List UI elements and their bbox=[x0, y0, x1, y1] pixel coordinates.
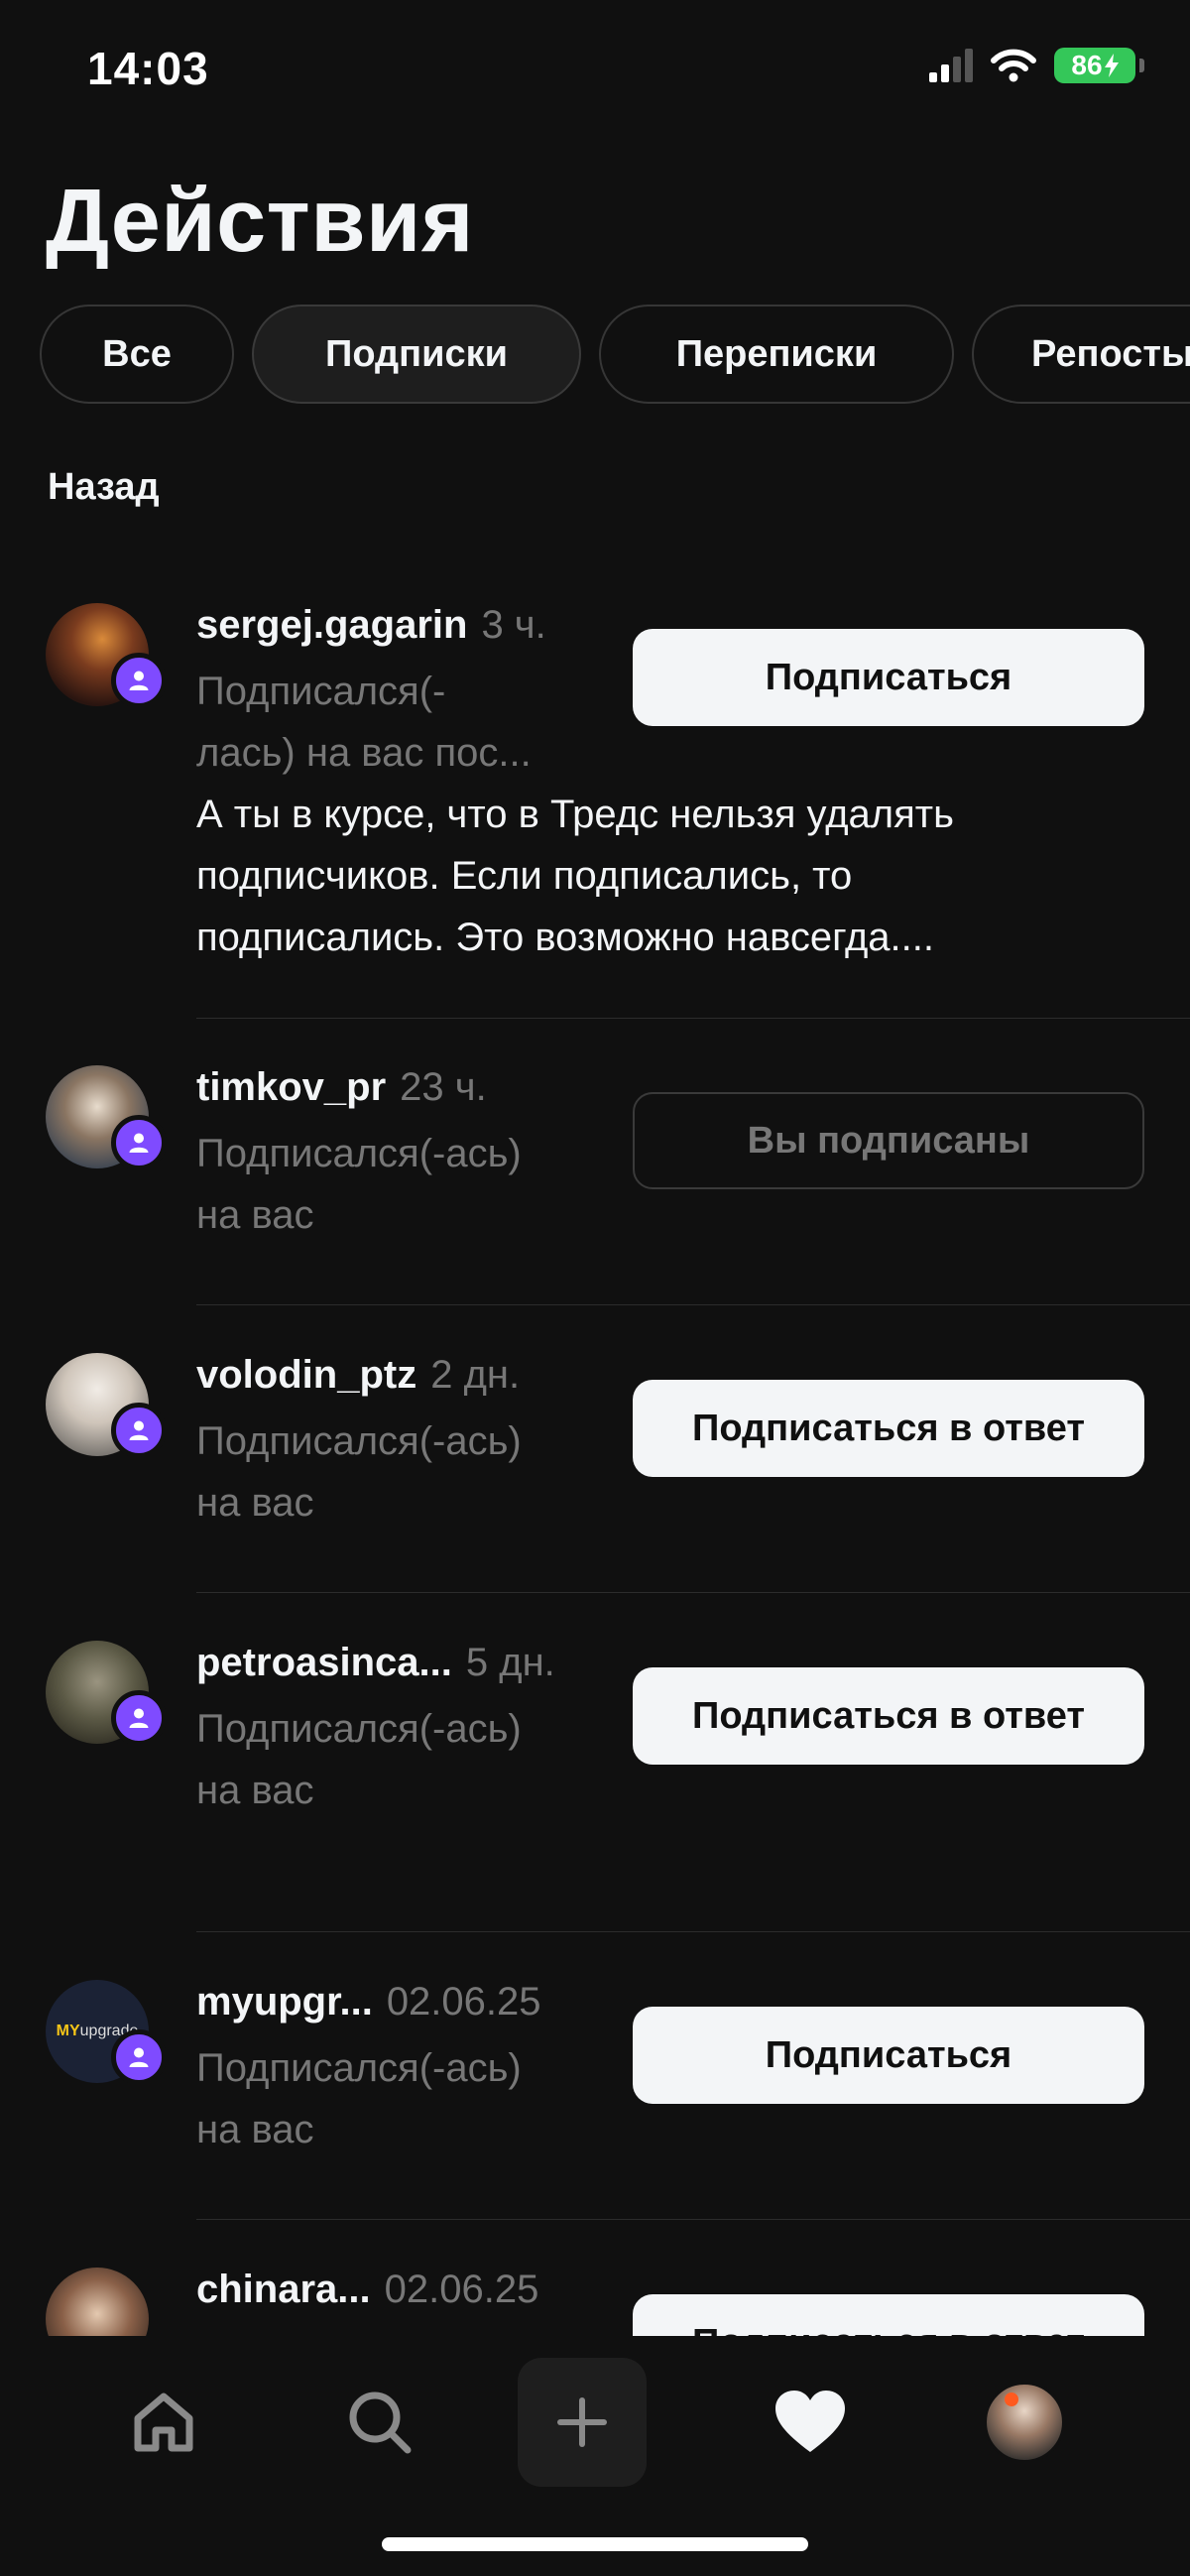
list-item-time: 2 дн. bbox=[430, 1353, 521, 1397]
list-item-time: 5 дн. bbox=[465, 1641, 555, 1684]
list-item-note[interactable]: А ты в курсе, что в Тредс нельзя удалять… bbox=[196, 784, 1089, 968]
plus-icon[interactable] bbox=[518, 2358, 647, 2487]
list-item-action: Подписался(-ась) на вас bbox=[196, 1132, 522, 1237]
follow-badge-icon bbox=[111, 1115, 167, 1170]
tab-conversations[interactable]: Переписки bbox=[599, 305, 954, 404]
home-icon[interactable] bbox=[99, 2358, 228, 2487]
follow-back-button[interactable]: Подписаться в ответ bbox=[633, 1380, 1144, 1477]
list-item-username[interactable]: sergej.gagarin 3 ч. bbox=[196, 603, 546, 648]
list-item-action: Подписался(-ась) на вас bbox=[196, 1707, 522, 1812]
signal-icon bbox=[929, 49, 973, 82]
battery-level: 86 bbox=[1071, 50, 1103, 80]
divider bbox=[196, 1304, 1190, 1305]
follow-button[interactable]: Подписаться bbox=[633, 629, 1144, 726]
divider bbox=[196, 1931, 1190, 1932]
battery-icon: 86 bbox=[1054, 48, 1135, 83]
list-item-action: Подписался(-ась) на вас bbox=[196, 1419, 522, 1525]
follow-badge-icon bbox=[111, 653, 167, 708]
follow-button[interactable]: Подписаться bbox=[633, 2007, 1144, 2104]
tab-reposts[interactable]: Репосты bbox=[972, 305, 1190, 404]
divider bbox=[196, 1018, 1190, 1019]
list-item-time: 02.06.25 bbox=[386, 1980, 541, 2024]
list-item-username[interactable]: myupgr... 02.06.25 bbox=[196, 1980, 541, 2024]
charging-bolt-icon bbox=[1104, 54, 1119, 77]
list-item-username[interactable]: petroasinca... 5 дн. bbox=[196, 1641, 555, 1685]
tab-all[interactable]: Все bbox=[40, 305, 234, 404]
profile-avatar[interactable] bbox=[960, 2358, 1089, 2487]
list-item-username[interactable]: volodin_ptz 2 дн. bbox=[196, 1353, 520, 1398]
home-indicator bbox=[382, 2537, 808, 2551]
list-item-action: Подписался(-ась) на вас bbox=[196, 2046, 522, 2151]
list-item-username[interactable]: chinara... 02.06.25 bbox=[196, 2268, 538, 2312]
status-time: 14:03 bbox=[87, 43, 209, 94]
follow-badge-icon bbox=[111, 1690, 167, 1746]
search-icon[interactable] bbox=[315, 2358, 444, 2487]
tab-follows[interactable]: Подписки bbox=[252, 305, 581, 404]
follow-badge-icon bbox=[111, 1403, 167, 1458]
status-bar: 14:03 86 bbox=[0, 0, 1190, 139]
follow-back-button[interactable]: Подписаться в ответ bbox=[633, 1667, 1144, 1765]
divider bbox=[196, 1592, 1190, 1593]
page-title: Действия bbox=[46, 172, 474, 271]
filter-tabs: Все Подписки Переписки Репосты bbox=[40, 305, 1190, 406]
list-item-time: 3 ч. bbox=[481, 603, 546, 647]
list-item-time: 02.06.25 bbox=[384, 2268, 539, 2311]
follow-badge-icon bbox=[111, 2029, 167, 2085]
divider bbox=[196, 2219, 1190, 2220]
wifi-icon bbox=[991, 49, 1036, 82]
following-button[interactable]: Вы подписаны bbox=[633, 1092, 1144, 1189]
battery-tip bbox=[1139, 59, 1144, 72]
heart-icon[interactable] bbox=[746, 2358, 875, 2487]
status-icons: 86 bbox=[929, 48, 1144, 83]
section-label: Назад bbox=[48, 466, 160, 508]
list-item-time: 23 ч. bbox=[400, 1065, 487, 1109]
list-item-username[interactable]: timkov_pr 23 ч. bbox=[196, 1065, 487, 1110]
list-item-action: Подписался(- лась) на вас пос... bbox=[196, 670, 532, 775]
